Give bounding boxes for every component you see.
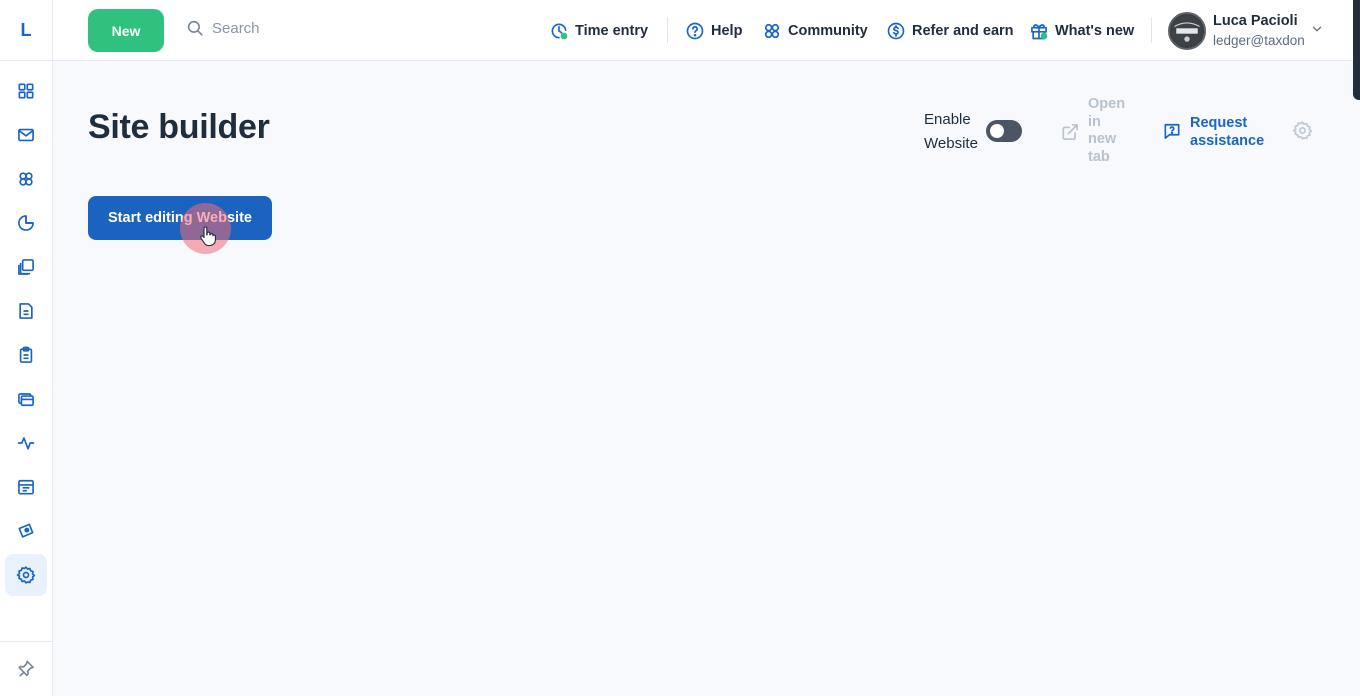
sidebar-item-dashboard[interactable]: [5, 70, 47, 112]
whats-new-label: What's new: [1055, 23, 1135, 39]
sidebar: [0, 61, 53, 696]
pin-icon: [18, 660, 34, 677]
time-entry-icon: [551, 23, 568, 40]
help-icon: [686, 22, 704, 40]
whats-new-link[interactable]: What's new: [1029, 19, 1134, 43]
dollar-icon: [887, 22, 905, 40]
dashboard-icon: [18, 83, 34, 99]
sidebar-item-reports[interactable]: [5, 202, 47, 244]
open-in-new-tab-label: Open in new tab: [1088, 96, 1126, 165]
sidebar-item-activity[interactable]: [5, 422, 47, 464]
chevron-down-icon[interactable]: [1310, 22, 1324, 36]
search-placeholder[interactable]: Search: [212, 20, 260, 37]
sidebar-item-tasks[interactable]: [5, 334, 47, 376]
enable-website-label: Enable Website: [924, 111, 978, 152]
settings-icon: [16, 566, 36, 584]
time-entry-label: Time entry: [575, 23, 649, 39]
sidebar-divider: [0, 641, 53, 642]
user-menu[interactable]: Luca Pacioli ledger@taxdon: [1168, 11, 1353, 51]
request-assistance-label: Request assistance: [1190, 115, 1265, 149]
help-link[interactable]: Help: [685, 19, 742, 43]
contacts-icon: [19, 172, 33, 186]
sidebar-item-mail[interactable]: [5, 114, 47, 156]
search-box[interactable]: Search: [186, 19, 260, 37]
billing-icon: [18, 393, 34, 407]
support-icon: [1164, 123, 1180, 139]
activity-icon: [17, 437, 35, 450]
site-settings-gear-icon[interactable]: [1292, 120, 1313, 141]
page-title: Site builder: [88, 108, 270, 146]
sidebar-item-settings[interactable]: [5, 554, 47, 596]
sidebar-pin[interactable]: [5, 648, 47, 690]
time-entry-link[interactable]: Time entry: [549, 19, 648, 43]
invoice-icon: [19, 303, 33, 319]
refer-earn-link[interactable]: Refer and earn: [886, 19, 1014, 43]
refer-earn-label: Refer and earn: [912, 23, 1014, 39]
sidebar-item-documents[interactable]: [5, 246, 47, 288]
community-label: Community: [788, 23, 868, 39]
window-edge: [1353, 0, 1360, 100]
sidebar-item-calendar[interactable]: [5, 466, 47, 508]
gift-icon: [1031, 24, 1048, 40]
user-email: ledger@taxdon: [1213, 33, 1305, 48]
header-divider: [667, 17, 668, 43]
start-editing-website-button[interactable]: Start editing Website: [88, 196, 272, 240]
search-icon: [187, 20, 203, 36]
new-button[interactable]: New: [88, 9, 164, 52]
sidebar-item-billing[interactable]: [5, 378, 47, 420]
documents-icon: [18, 259, 34, 275]
app-logo[interactable]: L: [0, 0, 53, 61]
help-label: Help: [711, 23, 743, 39]
community-link[interactable]: Community: [762, 19, 868, 43]
enable-website-toggle[interactable]: [986, 120, 1022, 142]
open-in-new-tab-link[interactable]: Open in new tab: [1060, 96, 1130, 166]
calendar-icon: [18, 479, 34, 495]
sidebar-item-contacts[interactable]: [5, 158, 47, 200]
hand-cursor-icon: [200, 226, 216, 246]
sidebar-item-invoices[interactable]: [5, 290, 47, 332]
sidebar-item-marketing[interactable]: [5, 510, 47, 552]
marketing-icon: [18, 523, 34, 538]
external-link-icon: [1062, 124, 1078, 140]
avatar: [1168, 12, 1206, 50]
community-icon: [764, 23, 780, 39]
reports-icon: [18, 215, 34, 231]
header-divider: [1151, 17, 1152, 43]
clipboard-icon: [19, 346, 33, 363]
user-name: Luca Pacioli: [1213, 13, 1298, 29]
mail-icon: [18, 128, 34, 142]
top-bar: L New Search Time entry Help Community R…: [0, 0, 1360, 61]
toggle-knob: [990, 124, 1004, 138]
